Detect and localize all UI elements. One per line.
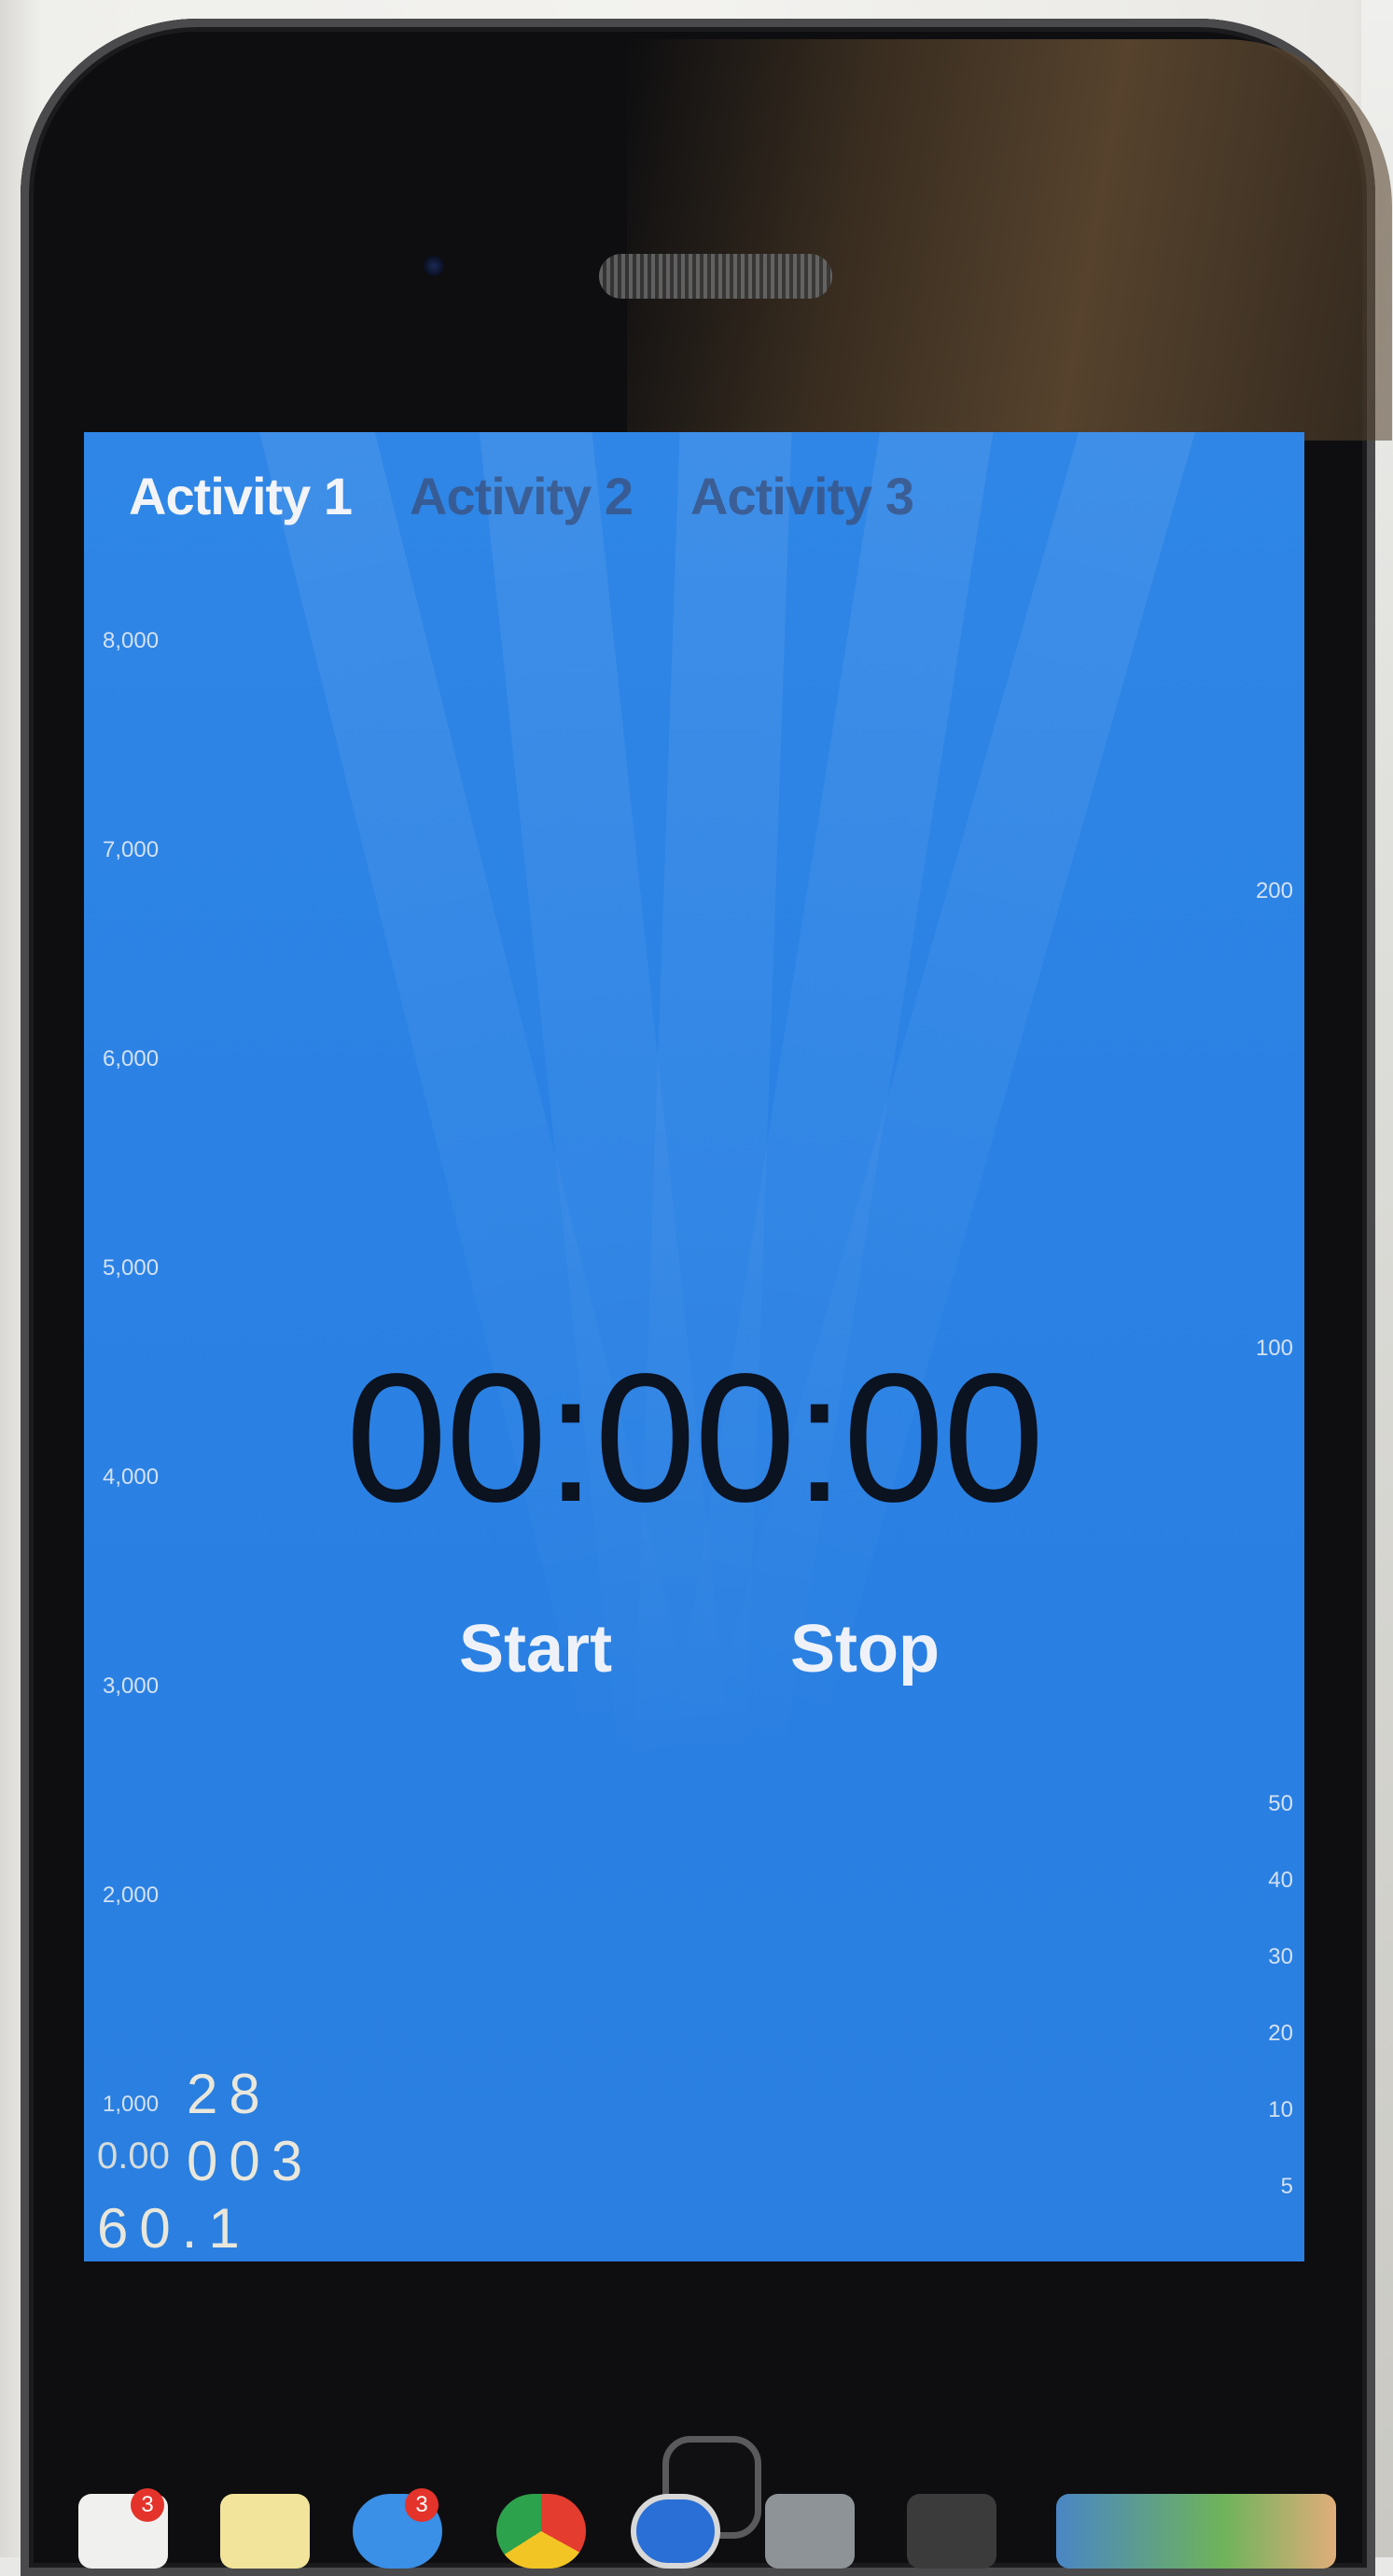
activity-tabs: Activity 1 Activity 2 Activity 3	[129, 458, 914, 533]
mac-dock: 3 3	[0, 2488, 1393, 2569]
left-tick: 6,000	[103, 1046, 160, 1071]
reflection-glare	[627, 39, 1392, 441]
right-tick: 20	[1268, 2021, 1293, 2046]
front-camera	[424, 256, 444, 276]
system-preferences-icon[interactable]	[765, 2494, 855, 2569]
earpiece-speaker	[599, 254, 832, 299]
right-tick: 5	[1280, 2174, 1293, 2199]
notification-badge: 3	[131, 2488, 164, 2522]
timer-controls: Start Stop	[84, 1611, 1304, 1695]
stopwatch-display: 00:00:00	[345, 1336, 1045, 1540]
notification-badge: 3	[405, 2488, 439, 2522]
right-tick: 50	[1268, 1791, 1293, 1816]
left-tick: 5,000	[103, 1255, 160, 1281]
app-screen: Activity 1 Activity 2 Activity 3 8,000 7…	[84, 432, 1304, 2261]
stop-button[interactable]: Stop	[790, 1611, 940, 1687]
left-tick: 2,000	[103, 1883, 160, 1908]
stat-value: 28	[187, 2063, 272, 2125]
stat-overlap-label: 0.00	[97, 2135, 170, 2177]
messages-icon[interactable]: 3	[353, 2488, 442, 2569]
sublime-text-icon[interactable]	[907, 2494, 996, 2569]
start-button[interactable]: Start	[459, 1611, 612, 1687]
right-tick: 10	[1268, 2097, 1293, 2122]
itunes-icon[interactable]	[631, 2494, 720, 2569]
reminders-icon[interactable]: 3	[78, 2488, 168, 2569]
right-tick: 30	[1268, 1944, 1293, 1969]
dock-misc-icon[interactable]	[1056, 2494, 1336, 2569]
tab-activity-2[interactable]: Activity 2	[410, 466, 634, 526]
stat-value: 60.1	[97, 2197, 251, 2260]
notes-icon[interactable]	[220, 2494, 310, 2569]
chrome-icon[interactable]	[496, 2494, 586, 2569]
tab-activity-3[interactable]: Activity 3	[690, 466, 914, 526]
right-tick: 40	[1268, 1868, 1293, 1893]
left-tick: 8,000	[103, 628, 160, 653]
left-tick: 7,000	[103, 837, 160, 862]
right-tick: 200	[1255, 878, 1293, 903]
